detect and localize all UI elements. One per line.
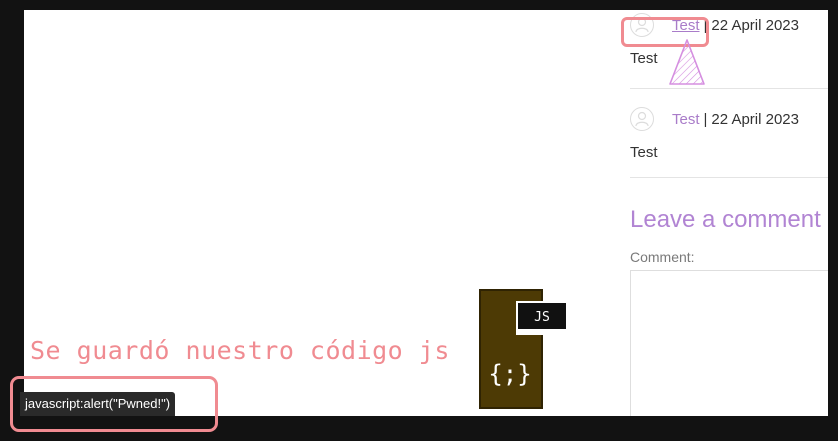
comment-meta: Test | 22 April 2023 bbox=[630, 104, 828, 134]
meta-separator: | bbox=[703, 110, 708, 128]
comment-text: Test bbox=[630, 50, 658, 67]
comment-date: 22 April 2023 bbox=[711, 110, 799, 128]
js-badge-label: JS bbox=[534, 310, 550, 325]
user-avatar-icon bbox=[630, 107, 654, 131]
comment-divider bbox=[630, 177, 828, 178]
comment-2: Test | 22 April 2023 Test bbox=[630, 104, 828, 161]
comment-date: 22 April 2023 bbox=[711, 16, 799, 34]
comment-textarea[interactable] bbox=[630, 270, 828, 416]
leave-comment-heading: Leave a comment bbox=[630, 206, 821, 233]
js-braces-glyph: {;} bbox=[488, 360, 531, 388]
cursor-pointer-icon bbox=[669, 39, 705, 85]
comment-divider bbox=[630, 88, 828, 89]
comment-text: Test bbox=[630, 144, 658, 161]
annotation-caption: Se guardó nuestro código js bbox=[30, 336, 450, 365]
status-url-highlight bbox=[10, 376, 218, 432]
js-file-icon: JS {;} bbox=[478, 288, 566, 410]
comment-field-label: Comment: bbox=[630, 249, 695, 265]
comment-author-link[interactable]: Test bbox=[672, 111, 700, 128]
